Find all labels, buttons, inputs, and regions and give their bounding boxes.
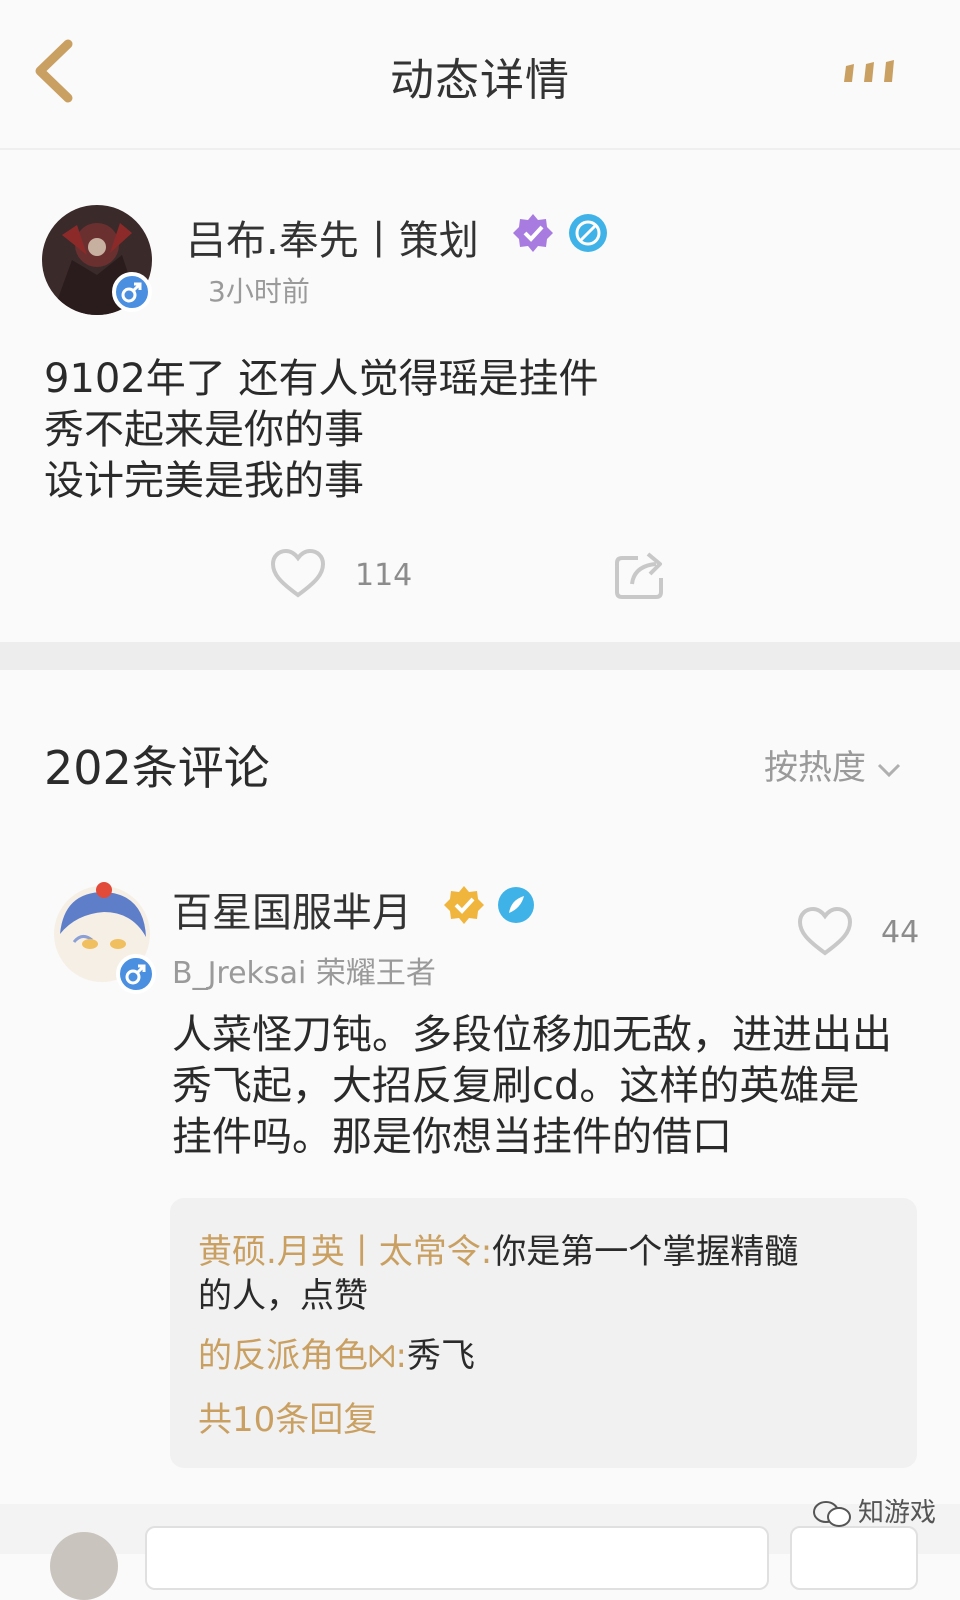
commenter-name[interactable]: 百星国服芈月 — [172, 880, 412, 938]
comment-input[interactable] — [145, 1526, 769, 1590]
compass-badge-icon — [567, 212, 609, 254]
more-button[interactable] — [840, 58, 904, 88]
male-icon — [112, 272, 152, 312]
watermark-text: 知游戏 — [858, 1498, 937, 1528]
feather-badge-icon — [497, 886, 539, 928]
male-icon — [116, 954, 156, 994]
page-title: 动态详情 — [390, 55, 570, 106]
post-line: 设计完美是我的事 — [44, 458, 364, 504]
reply-item: 的反派角色⨝:秀飞 — [198, 1334, 475, 1378]
post-line: 秀不起来是你的事 — [44, 407, 364, 453]
reply-item: 黄硕.月英丨太常令:你是第一个掌握精髓 — [198, 1230, 798, 1274]
reply-author[interactable]: 黄硕.月英丨太常令: — [198, 1232, 492, 1272]
chevron-down-icon — [877, 763, 901, 777]
verified-badge-icon — [512, 212, 554, 254]
section-divider — [0, 642, 960, 670]
more-replies-link[interactable]: 共10条回复 — [198, 1392, 377, 1441]
post-time: 3小时前 — [208, 275, 310, 308]
commenter-subtitle: B_Jreksai 荣耀王者 — [172, 956, 436, 991]
comments-count-title: 202条评论 — [44, 741, 270, 795]
reply-text: 秀飞 — [407, 1336, 475, 1376]
comment-text: 人菜怪刀钝。多段位移加无敌，进进出出 秀飞起，大招反复刷cd。这样的英雄是 挂件… — [172, 1010, 932, 1163]
comment-line: 人菜怪刀钝。多段位移加无敌，进进出出 — [172, 1012, 892, 1058]
author-name[interactable]: 吕布.奉先丨策划 — [186, 208, 479, 266]
send-button[interactable] — [790, 1526, 918, 1590]
comment-line: 秀飞起，大招反复刷cd。这样的英雄是 — [172, 1063, 860, 1109]
heart-icon — [797, 906, 853, 956]
share-icon — [615, 552, 663, 599]
post-content: 9102年了 还有人觉得瑶是挂件 秀不起来是你的事 设计完美是我的事 — [44, 354, 924, 507]
reply-text-continued: 的人，点赞 — [198, 1276, 368, 1316]
watermark: 知游戏 — [812, 1492, 936, 1529]
post-card: 吕布.奉先丨策划 3小时前 9102年了 还有人觉得瑶是挂件 秀不起来是你的事 … — [0, 150, 960, 642]
my-avatar — [50, 1532, 118, 1600]
share-button[interactable] — [612, 548, 670, 602]
comment-line: 挂件吗。那是你想当挂件的借口 — [172, 1114, 732, 1160]
comments-section: 202条评论 按热度 百星国服芈月 B_Jreksai 荣耀王者 44 人菜怪刀… — [0, 670, 960, 1554]
wechat-icon — [813, 1500, 851, 1527]
top-bar: 动态详情 — [0, 0, 960, 150]
verified-badge-icon — [443, 884, 485, 926]
reply-text: 你是第一个掌握精髓 — [492, 1232, 799, 1272]
sort-dropdown[interactable]: 按热度 — [764, 740, 902, 789]
post-line: 9102年了 还有人觉得瑶是挂件 — [44, 356, 599, 402]
sort-label: 按热度 — [764, 748, 866, 788]
like-button[interactable] — [270, 548, 326, 600]
heart-icon — [270, 548, 326, 598]
comment-like-button[interactable] — [797, 906, 853, 958]
like-count: 114 — [355, 558, 413, 593]
more-icon — [844, 60, 894, 82]
replies-box[interactable]: 黄硕.月英丨太常令:你是第一个掌握精髓 的人，点赞 的反派角色⨝:秀飞 共10条… — [170, 1198, 917, 1468]
reply-author[interactable]: 的反派角色⨝: — [198, 1336, 407, 1376]
comment-like-count: 44 — [881, 915, 920, 950]
